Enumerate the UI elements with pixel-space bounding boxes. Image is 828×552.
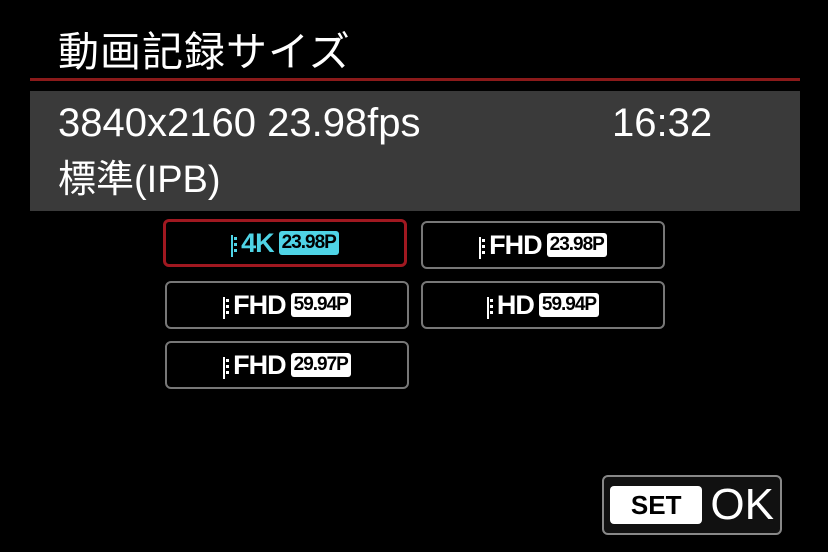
set-key-label: SET (610, 486, 703, 524)
film-frame-icon (223, 297, 231, 319)
option-4k-23-98p[interactable]: 4K 23.98P (163, 219, 407, 267)
film-frame-icon (223, 357, 231, 379)
remaining-time-readout: 16:32 (612, 101, 713, 145)
option-size-label: FHD (489, 230, 542, 260)
title-divider (30, 78, 800, 81)
option-fps-badge: 23.98P (546, 233, 607, 257)
movie-size-icon: FHD (223, 350, 287, 380)
option-size-label: FHD (233, 290, 286, 320)
film-frame-icon (231, 235, 239, 257)
movie-size-icon: FHD (223, 290, 287, 320)
option-size-label: 4K (241, 228, 275, 258)
compression-readout: 標準(IPB) (58, 159, 221, 201)
option-fps-badge: 23.98P (278, 231, 339, 255)
film-frame-icon (486, 297, 495, 319)
set-ok-button[interactable]: SET OK (602, 475, 782, 535)
movie-size-icon: FHD (479, 230, 543, 260)
option-fhd-59-94p[interactable]: FHD 59.94P (165, 281, 409, 329)
page-title: 動画記録サイズ (58, 28, 351, 76)
option-hd-59-94p[interactable]: HD 59.94P (421, 281, 665, 329)
info-panel: 3840x2160 23.98fps 16:32 標準(IPB) (30, 91, 800, 211)
option-fps-badge: 29.97P (290, 353, 351, 377)
ok-label: OK (710, 480, 774, 529)
option-size-label: HD (496, 290, 535, 320)
option-fps-badge: 59.94P (538, 293, 600, 317)
resolution-fps-readout: 3840x2160 23.98fps (58, 101, 421, 145)
movie-size-icon: HD (486, 290, 535, 320)
film-frame-icon (479, 237, 487, 259)
movie-size-icon: 4K (231, 228, 275, 258)
option-fhd-23-98p[interactable]: FHD 23.98P (421, 221, 665, 269)
option-size-label: FHD (233, 350, 286, 380)
option-fps-badge: 59.94P (290, 293, 351, 317)
option-fhd-29-97p[interactable]: FHD 29.97P (165, 341, 409, 389)
